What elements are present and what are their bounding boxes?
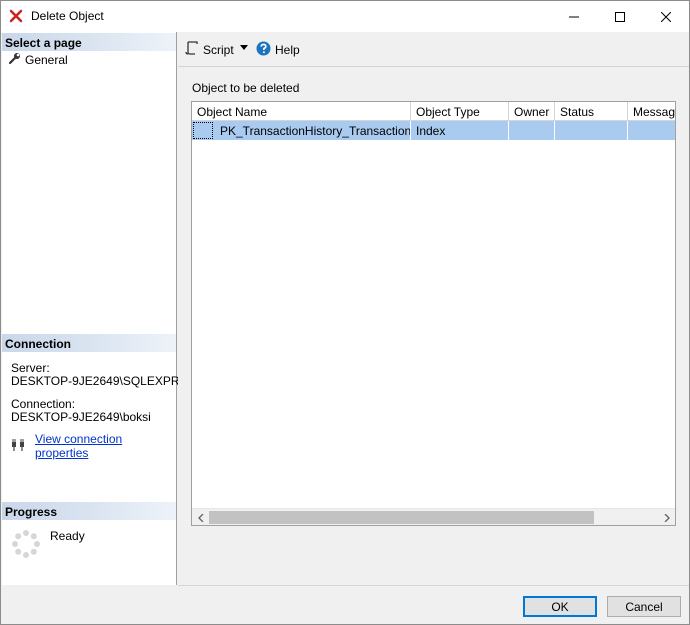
toolbar: Script Help (178, 32, 689, 67)
column-header-object-name[interactable]: Object Name (192, 102, 411, 121)
view-connection-link[interactable]: View connection properties (35, 432, 176, 460)
cell-owner (509, 121, 555, 140)
column-header-owner[interactable]: Owner (509, 102, 555, 121)
maximize-icon (615, 11, 625, 22)
close-icon (661, 11, 671, 22)
plug-icon (11, 438, 27, 455)
ok-button[interactable]: OK (523, 596, 597, 617)
delete-object-dialog: Delete Object Select a page General Conn… (0, 0, 690, 625)
help-icon (256, 41, 271, 59)
scroll-right-button[interactable] (661, 512, 672, 523)
minimize-button[interactable] (551, 1, 597, 32)
connection-header: Connection (2, 334, 176, 352)
object-to-delete-label: Object to be deleted (192, 81, 300, 95)
cell-message (628, 121, 675, 140)
dialog-button-bar: OK Cancel (178, 585, 689, 624)
script-label: Script (203, 42, 234, 57)
left-panel: Select a page General Connection Server:… (2, 32, 196, 585)
view-connection-properties[interactable]: View connection properties (11, 432, 176, 460)
chevron-right-icon (664, 513, 670, 522)
column-header-object-type[interactable]: Object Type (411, 102, 509, 121)
minimize-icon (569, 16, 579, 17)
cell-object-name: PK_TransactionHistory_TransactionID (192, 121, 411, 140)
page-item-label: General (25, 53, 68, 67)
script-dropdown-button[interactable] (240, 45, 248, 50)
connection-value: DESKTOP-9JE2649\boksi (11, 410, 151, 424)
content-area: Object to be deleted Object Name Object … (178, 68, 689, 585)
column-header-message[interactable]: Message (628, 102, 675, 121)
page-item-general[interactable]: General (8, 52, 68, 68)
window-title: Delete Object (31, 9, 104, 23)
delete-x-icon (9, 9, 23, 23)
maximize-button[interactable] (597, 1, 643, 32)
server-label: Server: (11, 361, 50, 375)
table-row[interactable]: PK_TransactionHistory_TransactionID Inde… (192, 121, 675, 140)
column-header-status[interactable]: Status (555, 102, 628, 121)
script-button[interactable]: Script (185, 41, 234, 58)
cell-object-type: Index (411, 121, 509, 140)
select-page-header: Select a page (2, 33, 176, 51)
help-button[interactable]: Help (256, 41, 300, 59)
cell-status (555, 121, 628, 140)
cancel-button[interactable]: Cancel (607, 596, 681, 617)
script-icon (185, 41, 199, 58)
grid-header: Object Name Object Type Owner Status Mes… (192, 102, 675, 121)
objects-grid[interactable]: Object Name Object Type Owner Status Mes… (191, 101, 676, 526)
progress-header: Progress (2, 502, 176, 520)
title-bar: Delete Object (1, 1, 689, 32)
chevron-left-icon (197, 513, 203, 522)
connection-label: Connection: (11, 397, 76, 411)
scroll-thumb[interactable] (209, 511, 594, 524)
wrench-icon (8, 52, 21, 68)
progress-status: Ready (50, 529, 85, 543)
horizontal-scrollbar[interactable] (192, 508, 675, 525)
dropdown-arrow-icon (240, 45, 248, 50)
help-label: Help (275, 43, 300, 57)
scroll-left-button[interactable] (195, 512, 206, 523)
close-button[interactable] (643, 1, 689, 32)
progress-spinner-icon (11, 529, 41, 559)
server-value: DESKTOP-9JE2649\SQLEXPRES (11, 374, 196, 388)
